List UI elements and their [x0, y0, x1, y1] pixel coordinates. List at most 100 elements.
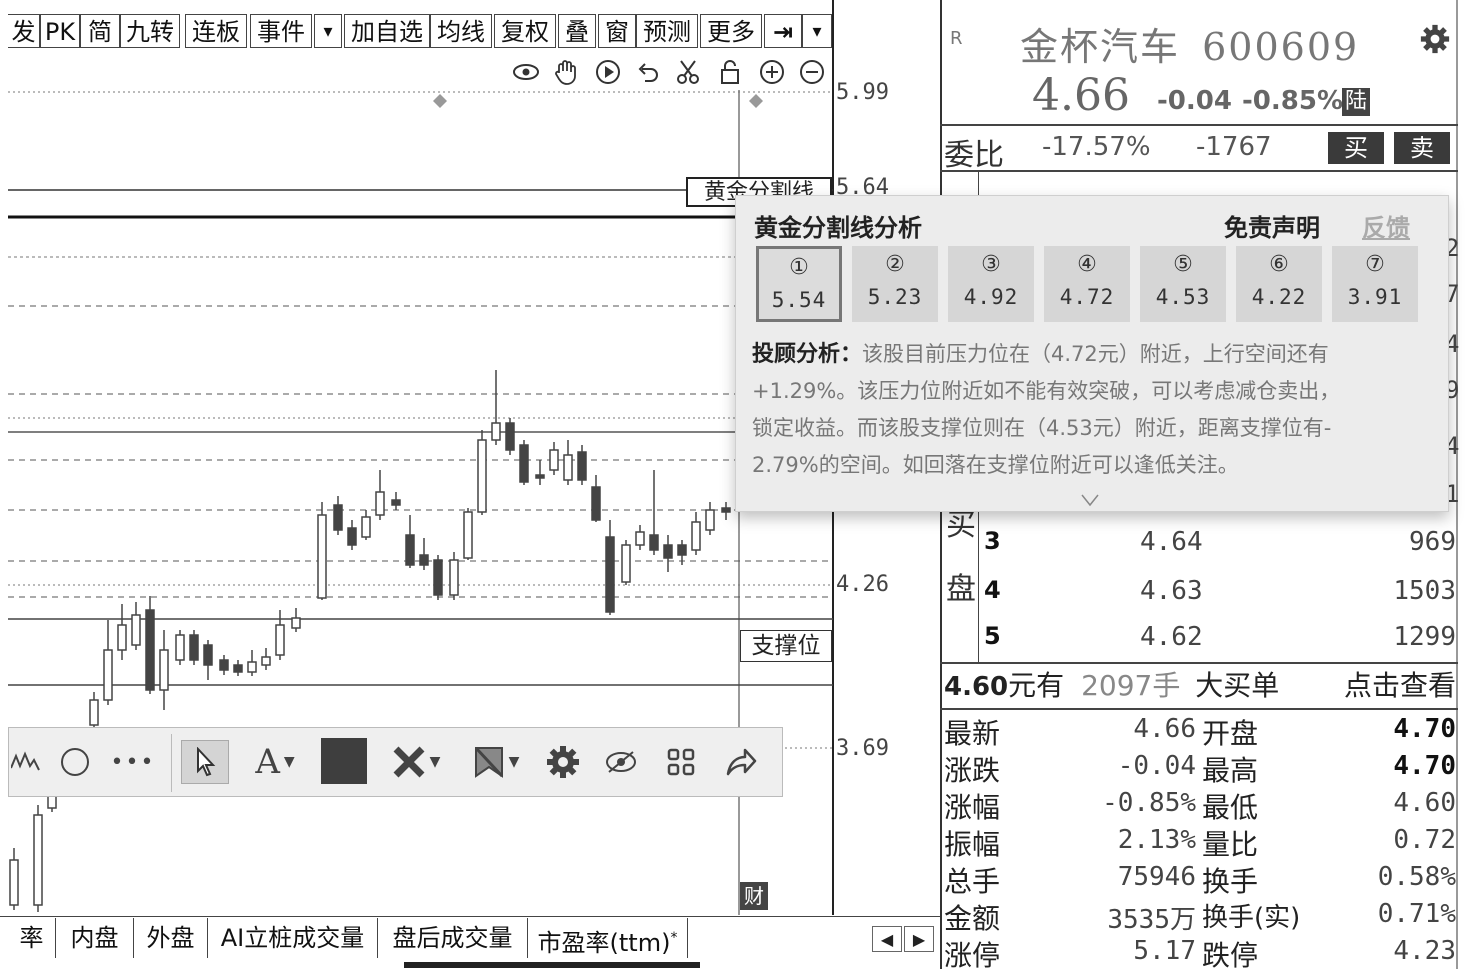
buy-button[interactable]: 买	[1328, 132, 1384, 164]
tab-inner-volume[interactable]: 内盘	[56, 918, 134, 958]
more-icon[interactable]: •••	[111, 740, 154, 784]
analysis-line: 2.79%的空间。如回落在支撑位附近可以逢低关注。	[752, 453, 1239, 477]
popup-title: 黄金分割线分析	[754, 214, 922, 242]
stat-label: 涨幅	[944, 791, 1001, 824]
analysis-text: 投顾分析：该股目前压力位在（4.72元）附近，上行空间还有 +1.29%。该压力…	[752, 336, 1440, 484]
fib-level-value: 4.72	[1059, 285, 1115, 309]
bid-volume: 1503	[1393, 576, 1456, 606]
candle-body	[145, 609, 155, 691]
quote-stats: 最新 4.66 开盘 4.70 涨跌 -0.04 最高 4.70 涨幅 -0.8…	[944, 712, 1456, 972]
candle-body	[605, 536, 615, 613]
scrollbar[interactable]	[404, 962, 700, 968]
wave-icon[interactable]	[9, 740, 43, 784]
candle-body	[505, 422, 515, 451]
stat-value: 0.72	[1393, 825, 1456, 855]
no-mark-icon[interactable]: ▼	[461, 740, 531, 784]
bid-level: 3	[984, 527, 1001, 555]
tab-scroll-left[interactable]: ◀	[872, 926, 902, 952]
candle-body	[577, 451, 587, 481]
candle-body	[159, 649, 169, 691]
candle-body	[189, 634, 199, 661]
big-order-row[interactable]: 4.60元有 2097手 大买单 点击查看	[944, 666, 1456, 706]
fib-level-num: ④	[1077, 252, 1097, 277]
support-level-label[interactable]: 支撑位	[740, 630, 832, 662]
fib-level-2[interactable]: ② 5.23	[852, 246, 938, 322]
stat-label: 振幅	[944, 828, 1001, 861]
candlesticks	[9, 370, 731, 912]
candle-body	[333, 504, 343, 531]
fib-level-5[interactable]: ⑤ 4.53	[1140, 246, 1226, 322]
candle-body	[219, 659, 229, 671]
stat-label: 涨停	[944, 939, 1001, 972]
gear-icon[interactable]	[543, 740, 583, 784]
stat-label: 金额	[944, 902, 1001, 935]
disclaimer-link[interactable]: 免责声明	[1224, 208, 1320, 243]
candle-body	[291, 617, 301, 629]
candle-body	[275, 624, 285, 656]
sell-button[interactable]: 卖	[1394, 132, 1450, 164]
delete-icon[interactable]: ▼	[381, 740, 451, 784]
fib-level-value: 5.54	[771, 288, 827, 312]
color-swatch[interactable]	[321, 738, 367, 784]
stat-value: 0.71%	[1377, 899, 1456, 929]
pointer-icon[interactable]	[181, 740, 229, 784]
share-icon[interactable]	[721, 740, 761, 784]
eye-off-icon[interactable]	[601, 740, 641, 784]
stat-value: 0.58%	[1377, 862, 1456, 892]
expand-down-icon[interactable]	[1080, 492, 1100, 511]
stat-label: 最新	[944, 717, 1001, 750]
tab-outer-volume[interactable]: 外盘	[134, 918, 208, 958]
stat-label: 最高	[1202, 754, 1259, 787]
candle-body	[677, 544, 687, 556]
stat-value: 5.17	[1133, 936, 1196, 966]
bid-volume: 1299	[1393, 622, 1456, 652]
candle-body	[621, 544, 631, 583]
feedback-link[interactable]: 反馈	[1362, 208, 1410, 243]
fib-level-6[interactable]: ⑥ 4.22	[1236, 246, 1322, 322]
tab-after-hours-volume[interactable]: 盘后成交量	[378, 918, 528, 958]
finance-marker[interactable]: 财	[740, 882, 768, 910]
stat-row: 振幅 2.13% 量比 0.72	[944, 823, 1456, 861]
fib-level-3[interactable]: ③ 4.92	[948, 246, 1034, 322]
analysis-label: 投顾分析：	[752, 342, 863, 367]
tab-mark: *	[670, 930, 678, 946]
circle-icon[interactable]	[55, 740, 95, 784]
candle-body	[649, 534, 659, 551]
stat-row: 金额 3535万 换手(实) 0.71%	[944, 897, 1456, 935]
wei-bi-pct: -17.57%	[1042, 132, 1151, 162]
price-axis-label: 3.69	[836, 736, 889, 761]
text-icon[interactable]: A ▼	[245, 740, 305, 784]
analysis-line: 锁定收益。而该股支撑位则在（4.53元）附近，距离支撑位有-	[752, 416, 1332, 440]
bid-level: 5	[984, 622, 1001, 650]
tab-scroll-right[interactable]: ▶	[904, 926, 934, 952]
fib-level-4[interactable]: ④ 4.72	[1044, 246, 1130, 322]
candle-body	[347, 527, 357, 546]
price-axis-label: 4.26	[836, 572, 889, 597]
bid-price: 4.62	[1140, 622, 1203, 652]
stat-value: 3535万	[1107, 905, 1196, 935]
fib-level-7[interactable]: ⑦ 3.91	[1332, 246, 1418, 322]
candle-body	[635, 531, 645, 546]
golden-ratio-popup: 黄金分割线分析 免责声明 反馈 ① 5.54 ② 5.23 ③ 4.92 ④ 4.72 …	[735, 195, 1449, 512]
grid-icon[interactable]	[661, 740, 701, 784]
wei-bi-label: 委比	[944, 138, 1004, 173]
fib-level-1[interactable]: ① 5.54	[756, 246, 842, 322]
candle-body	[535, 474, 545, 479]
tab-pe-ttm[interactable]: 市盈率(ttm)*	[528, 918, 688, 958]
candle-body	[375, 491, 385, 516]
bid-price: 4.63	[1140, 576, 1203, 606]
candle-body	[103, 649, 113, 701]
fib-level-num: ③	[981, 252, 1001, 277]
big-order-view-link[interactable]: 点击查看	[1344, 666, 1456, 706]
last-price: 4.66	[1032, 70, 1130, 121]
candle-body	[203, 644, 213, 666]
divider	[940, 124, 1458, 126]
settings-gear-icon[interactable]	[1420, 24, 1450, 58]
candle-body	[131, 614, 141, 646]
r-mark: R	[950, 28, 963, 49]
tab-rate[interactable]: 率	[8, 918, 56, 958]
tab-ai-volume[interactable]: AI立桩成交量	[208, 918, 378, 958]
fib-level-value: 4.92	[963, 285, 1019, 309]
price-axis-label: 5.99	[836, 80, 889, 105]
stat-value: 4.23	[1393, 936, 1456, 966]
